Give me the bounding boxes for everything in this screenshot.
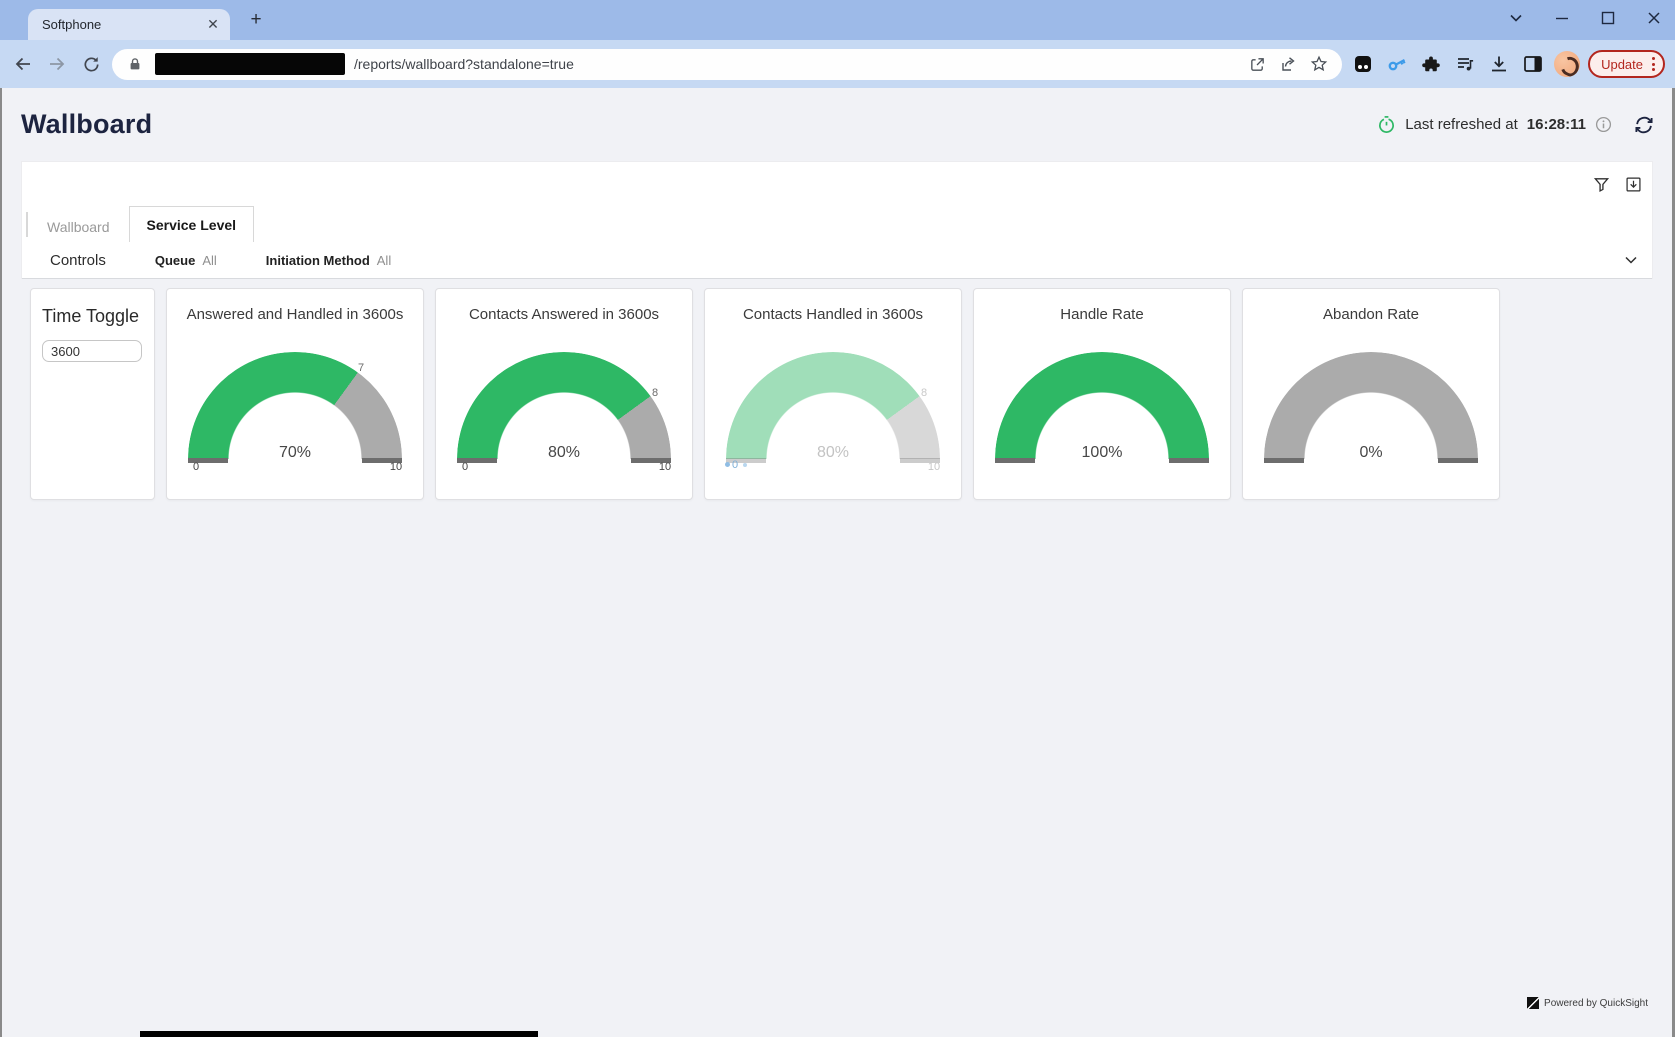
refresh-icon[interactable]	[1633, 114, 1655, 136]
gauge-chart[interactable]: 70% 0 10 7	[188, 352, 402, 459]
info-icon[interactable]	[1595, 116, 1612, 133]
gauge-arc	[995, 352, 1209, 459]
redacted-url-host	[155, 53, 345, 75]
gauge-card-contacts-handled: Contacts Handled in 3600s 80% 0 10 8	[704, 288, 962, 500]
minimize-icon[interactable]	[1551, 7, 1573, 29]
time-toggle-input[interactable]	[42, 340, 142, 362]
new-tab-icon[interactable]: +	[244, 8, 268, 32]
threshold-label: 7	[358, 362, 364, 374]
share-icon[interactable]	[1277, 53, 1299, 75]
loading-indicator: 0	[718, 459, 754, 471]
axis-max-label: 10	[383, 461, 409, 473]
browser-toolbar: /reports/wallboard?standalone=true Updat…	[0, 40, 1675, 88]
axis-min-label: 0	[452, 461, 478, 473]
open-in-new-icon[interactable]	[1246, 53, 1268, 75]
axis-max-label: 10	[921, 461, 947, 473]
filter-initiation-method[interactable]: Initiation Method All	[266, 253, 391, 268]
tab-service-level[interactable]: Service Level	[129, 206, 255, 242]
threshold-label: 8	[921, 387, 927, 399]
lock-icon	[124, 53, 146, 75]
forward-icon[interactable]	[44, 51, 70, 77]
gauge-value: 0%	[1264, 444, 1478, 462]
redaction-bar	[140, 1031, 538, 1037]
browser-titlebar: Softphone ✕ +	[0, 0, 1675, 40]
browser-tab-title: Softphone	[42, 17, 204, 32]
card-grid: Time Toggle Answered and Handled in 3600…	[30, 288, 1500, 500]
reload-icon[interactable]	[78, 51, 104, 77]
gauge-title: Handle Rate	[974, 289, 1230, 324]
tab-close-icon[interactable]: ✕	[204, 16, 222, 34]
url-path: /reports/wallboard?standalone=true	[354, 56, 574, 72]
page-title: Wallboard	[21, 109, 152, 140]
tab-search-icon[interactable]	[1505, 7, 1527, 29]
time-toggle-title: Time Toggle	[42, 306, 154, 327]
axis-max-label: 10	[652, 461, 678, 473]
axis-min-label: 0	[183, 461, 209, 473]
side-panel-icon[interactable]	[1520, 51, 1546, 77]
gauge-chart[interactable]: 100%	[995, 352, 1209, 459]
gauge-arc	[457, 352, 671, 459]
gauge-card-handle-rate: Handle Rate 100%	[973, 288, 1231, 500]
avatar[interactable]	[1554, 51, 1580, 77]
controls-bar: Controls Queue All Initiation Method All	[22, 242, 1652, 279]
back-icon[interactable]	[10, 51, 36, 77]
powered-by-quicksight: Powered by QuickSight	[1527, 997, 1648, 1009]
gauge-value: 100%	[995, 444, 1209, 462]
update-button[interactable]: Update	[1588, 50, 1665, 78]
playlist-icon[interactable]	[1452, 51, 1478, 77]
extensions-puzzle-icon[interactable]	[1418, 51, 1444, 77]
bookmark-star-icon[interactable]	[1308, 53, 1330, 75]
window-edge-left	[0, 88, 2, 1037]
gauge-title: Contacts Handled in 3600s	[705, 289, 961, 324]
time-toggle-card: Time Toggle	[30, 288, 155, 500]
gauge-chart[interactable]: 0%	[1264, 352, 1478, 459]
export-icon[interactable]	[1624, 175, 1642, 193]
timer-icon	[1377, 115, 1396, 134]
gauge-chart[interactable]: 80% 0 10 8	[726, 352, 940, 459]
gauge-arc	[1264, 352, 1478, 459]
gauge-title: Contacts Answered in 3600s	[436, 289, 692, 324]
gauge-title: Answered and Handled in 3600s	[167, 289, 423, 324]
quicksight-logo-icon	[1527, 997, 1539, 1009]
downloads-icon[interactable]	[1486, 51, 1512, 77]
browser-tab[interactable]: Softphone ✕	[28, 9, 230, 40]
maximize-icon[interactable]	[1597, 7, 1619, 29]
kebab-menu-icon[interactable]	[1649, 54, 1658, 74]
sheet-tabs: Wallboard Service Level	[22, 206, 1652, 242]
url-bar[interactable]: /reports/wallboard?standalone=true	[112, 49, 1342, 80]
domino-extension-icon[interactable]	[1350, 51, 1376, 77]
controls-label: Controls	[50, 252, 106, 269]
dashboard-sheet: Wallboard Service Level Controls Queue A…	[21, 161, 1653, 279]
gauge-title: Abandon Rate	[1243, 289, 1499, 324]
gauge-arc	[726, 352, 940, 459]
update-label: Update	[1601, 57, 1643, 72]
last-refreshed-time: 16:28:11	[1527, 116, 1586, 133]
filter-queue[interactable]: Queue All	[155, 253, 217, 268]
gauge-arc	[188, 352, 402, 459]
gauge-value: 80%	[726, 444, 940, 462]
filter-icon[interactable]	[1592, 175, 1610, 193]
gauge-value: 70%	[188, 444, 402, 462]
last-refreshed-label: Last refreshed at	[1405, 116, 1518, 133]
threshold-label: 8	[652, 387, 658, 399]
page-header: Wallboard Last refreshed at 16:28:11	[0, 88, 1675, 161]
gauge-card-contacts-answered: Contacts Answered in 3600s 80% 0 10 8	[435, 288, 693, 500]
gauge-card-answered-and-handled: Answered and Handled in 3600s 70% 0 10 7	[166, 288, 424, 500]
gauge-card-abandon-rate: Abandon Rate 0%	[1242, 288, 1500, 500]
close-icon[interactable]	[1643, 7, 1665, 29]
tab-wallboard[interactable]: Wallboard	[28, 211, 129, 242]
chevron-down-icon[interactable]	[1623, 252, 1639, 268]
key-extension-icon[interactable]	[1384, 51, 1410, 77]
gauge-value: 80%	[457, 444, 671, 462]
gauge-chart[interactable]: 80% 0 10 8	[457, 352, 671, 459]
